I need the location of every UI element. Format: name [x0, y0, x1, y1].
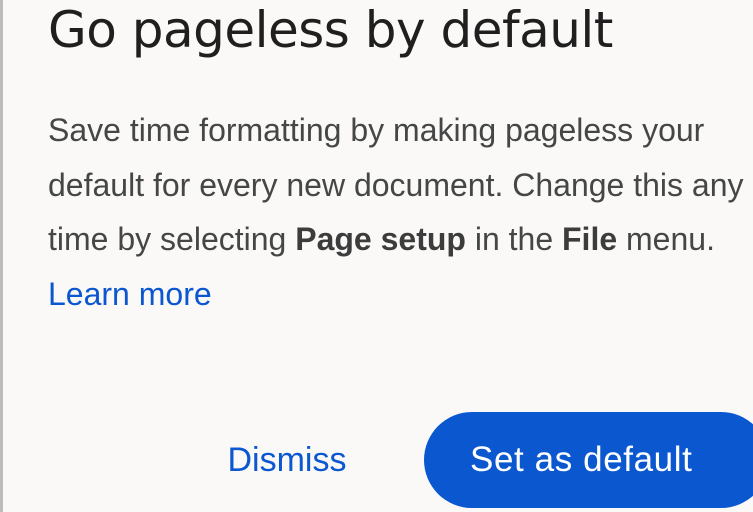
set-as-default-button[interactable]: Set as default — [424, 412, 753, 508]
dialog-title: Go pageless by default — [48, 1, 613, 59]
file-menu-label: File — [562, 221, 618, 257]
dismiss-button[interactable]: Dismiss — [201, 418, 373, 502]
body-text-2: in the — [465, 221, 562, 257]
page-setup-label: Page setup — [295, 221, 466, 257]
body-text-3: menu. — [617, 221, 715, 257]
dialog-body: Save time formatting by making pageless … — [48, 103, 748, 321]
learn-more-link[interactable]: Learn more — [48, 276, 212, 312]
pageless-default-dialog: Go pageless by default Save time formatt… — [0, 0, 753, 512]
